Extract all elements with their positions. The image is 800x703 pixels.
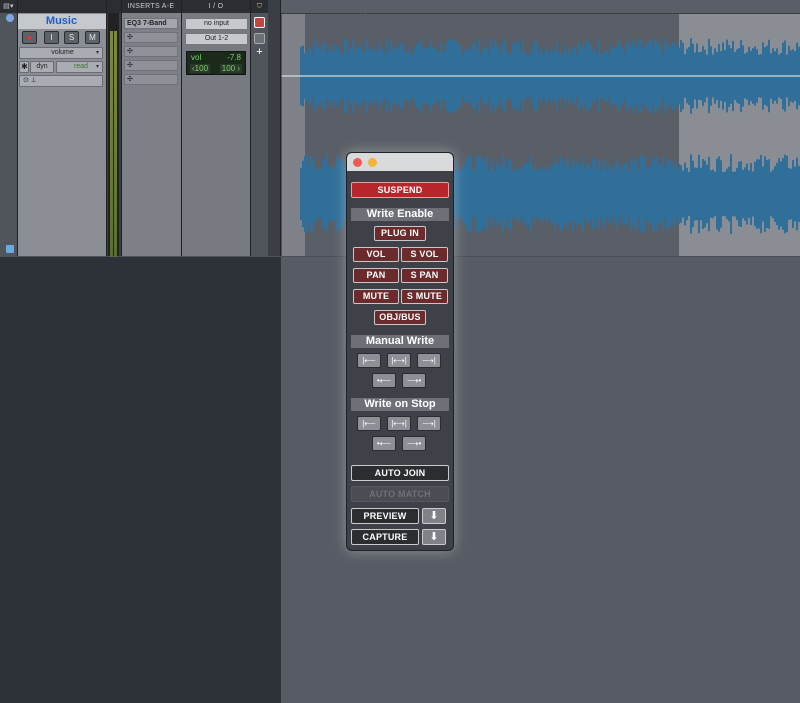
divider bbox=[181, 0, 182, 256]
io-header: I / O bbox=[182, 0, 250, 13]
track-color-column bbox=[0, 13, 17, 256]
resize-icon[interactable] bbox=[6, 245, 14, 253]
objbus-enable-button[interactable]: OBJ/BUS bbox=[374, 310, 426, 325]
automation-lane-icon[interactable]: ✱ bbox=[19, 61, 29, 73]
stop-write-to-previous-icon[interactable]: •⟵ bbox=[372, 436, 396, 451]
pan-left-value: ‹100 bbox=[190, 64, 210, 73]
meter-bar-right bbox=[114, 31, 117, 266]
track-name[interactable]: Music bbox=[17, 14, 106, 29]
pan-enable-button[interactable]: PAN bbox=[353, 268, 399, 283]
input-monitor-button[interactable]: I bbox=[44, 31, 59, 44]
mute-enable-button[interactable]: MUTE bbox=[353, 289, 399, 304]
close-dot-icon[interactable] bbox=[353, 158, 362, 167]
automation-view-value: volume bbox=[51, 49, 74, 56]
level-meter bbox=[108, 13, 119, 256]
divider bbox=[250, 0, 251, 256]
shield-icon: ⛉ bbox=[251, 0, 268, 13]
empty-track-area bbox=[0, 257, 281, 703]
pan-right-value: 100 › bbox=[220, 64, 242, 73]
span-enable-button[interactable]: S PAN bbox=[401, 268, 448, 283]
chevron-down-icon: ▾ bbox=[96, 62, 99, 72]
write-to-previous-icon[interactable]: •⟵ bbox=[372, 373, 396, 388]
stop-write-to-next-icon[interactable]: ⟶• bbox=[402, 436, 426, 451]
record-enable-button[interactable]: ● bbox=[22, 31, 37, 44]
stop-write-to-end-icon[interactable]: ⟶| bbox=[417, 416, 441, 431]
lanes-row[interactable]: ⊙ ⊥ bbox=[19, 75, 103, 87]
volume-pan-display[interactable]: vol -7.8 ‹100 100 › bbox=[186, 51, 246, 75]
vol-value: -7.8 bbox=[227, 53, 241, 62]
capture-down-arrow-icon[interactable]: ⬇ bbox=[422, 529, 446, 545]
automation-view-select[interactable]: volume ▾ bbox=[19, 47, 103, 59]
dyn-select[interactable]: dyn bbox=[30, 61, 54, 73]
automation-mode-value: read bbox=[74, 63, 88, 70]
svol-enable-button[interactable]: S VOL bbox=[401, 247, 448, 262]
write-on-stop-title: Write on Stop bbox=[351, 398, 449, 411]
track-actions-column: + bbox=[251, 13, 268, 256]
write-to-start-icon[interactable]: |⟵ bbox=[357, 353, 381, 368]
write-to-end-icon[interactable]: ⟶| bbox=[417, 353, 441, 368]
track-menu-header[interactable]: ▤▾ bbox=[0, 0, 17, 13]
auto-match-button[interactable]: AUTO MATCH bbox=[351, 486, 449, 502]
write-to-punch-icon[interactable]: |⟷| bbox=[387, 353, 411, 368]
insert-slot-e[interactable]: ✣ bbox=[124, 74, 178, 85]
divider bbox=[17, 0, 18, 256]
automation-mode-select[interactable]: read ▾ bbox=[56, 61, 103, 73]
track-header-panel: ▤▾ INSERTS A-E I / O ⛉ Music ● I S M vol… bbox=[0, 0, 281, 256]
pro-tools-edit-window: ▤▾ INSERTS A-E I / O ⛉ Music ● I S M vol… bbox=[0, 0, 800, 703]
divider bbox=[106, 0, 107, 256]
insert-slot-b[interactable]: ✣ bbox=[124, 32, 178, 43]
insert-slot-c[interactable]: ✣ bbox=[124, 46, 178, 57]
suspend-button[interactable]: SUSPEND bbox=[351, 182, 449, 198]
menu-icon[interactable] bbox=[254, 33, 265, 44]
timeline-ruler[interactable] bbox=[281, 0, 800, 14]
vol-label: vol bbox=[191, 53, 201, 62]
capture-button[interactable]: CAPTURE bbox=[351, 529, 419, 545]
vol-enable-button[interactable]: VOL bbox=[353, 247, 399, 262]
plugin-enable-button[interactable]: PLUG IN bbox=[374, 226, 426, 241]
insert-slot-a[interactable]: EQ3 7-Band bbox=[124, 18, 178, 29]
minimize-dot-icon[interactable] bbox=[368, 158, 377, 167]
output-select[interactable]: Out 1-2 bbox=[185, 33, 248, 45]
playhead-marker bbox=[365, 0, 366, 14]
comments-header bbox=[106, 0, 121, 13]
window-titlebar[interactable] bbox=[347, 153, 453, 171]
auto-join-button[interactable]: AUTO JOIN bbox=[351, 465, 449, 481]
insert-slot-d[interactable]: ✣ bbox=[124, 60, 178, 71]
close-track-icon[interactable] bbox=[254, 17, 265, 28]
track-select-dot[interactable] bbox=[6, 14, 14, 22]
meter-bar-left bbox=[110, 31, 113, 266]
io-column bbox=[182, 13, 250, 256]
write-enable-title: Write Enable bbox=[351, 208, 449, 221]
mute-button[interactable]: M bbox=[85, 31, 100, 44]
track-column-header bbox=[17, 0, 106, 13]
stop-write-to-start-icon[interactable]: |⟵ bbox=[357, 416, 381, 431]
plus-icon[interactable]: + bbox=[254, 47, 265, 58]
inserts-header: INSERTS A-E bbox=[121, 0, 181, 13]
preview-button[interactable]: PREVIEW bbox=[351, 508, 419, 524]
manual-write-title: Manual Write bbox=[351, 335, 449, 348]
stop-write-to-punch-icon[interactable]: |⟷| bbox=[387, 416, 411, 431]
solo-button[interactable]: S bbox=[64, 31, 79, 44]
input-select[interactable]: no input bbox=[185, 18, 248, 30]
divider bbox=[121, 0, 122, 256]
automation-window: SUSPEND Write Enable PLUG IN VOL S VOL P… bbox=[346, 152, 454, 551]
preview-down-arrow-icon[interactable]: ⬇ bbox=[422, 508, 446, 524]
smute-enable-button[interactable]: S MUTE bbox=[401, 289, 448, 304]
write-to-next-icon[interactable]: ⟶• bbox=[402, 373, 426, 388]
chevron-down-icon: ▾ bbox=[96, 48, 99, 58]
